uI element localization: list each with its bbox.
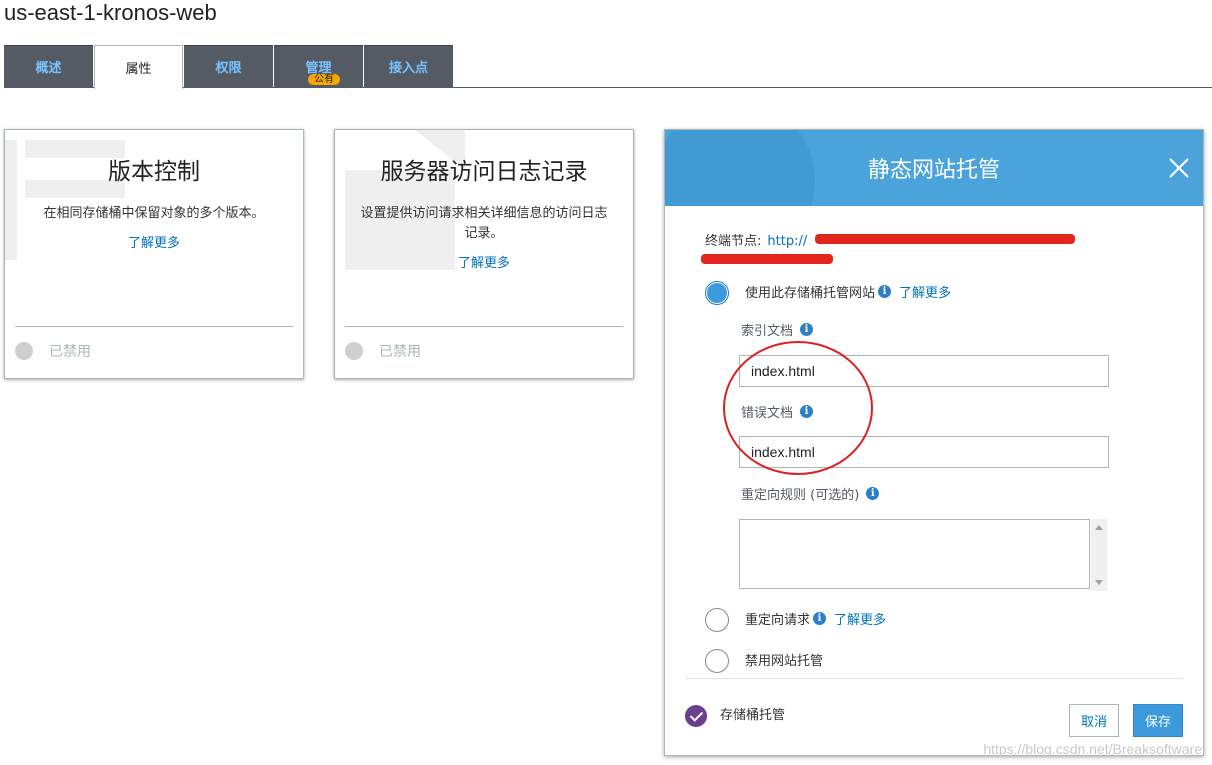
card-title: 服务器访问日志记录 bbox=[380, 159, 588, 185]
versioning-card[interactable]: 版本控制 在相同存储桶中保留对象的多个版本。 了解更多 已禁用 bbox=[4, 129, 304, 379]
bucket-name: us-east-1-kronos-web bbox=[4, 0, 217, 25]
card-status: 已禁用 bbox=[345, 341, 421, 361]
footer-divider bbox=[685, 678, 1183, 679]
save-button[interactable]: 保存 bbox=[1133, 704, 1183, 737]
host-website-label: 使用此存储桶托管网站 bbox=[745, 286, 876, 301]
tab-permissions[interactable]: 权限 bbox=[184, 45, 273, 87]
tab-access-points[interactable]: 接入点 bbox=[364, 45, 453, 87]
redaction-mark bbox=[701, 254, 833, 264]
scroll-up-icon[interactable] bbox=[1095, 525, 1103, 530]
card-description: 在相同存储桶中保留对象的多个版本。 bbox=[43, 206, 265, 221]
disable-hosting-option: 禁用网站托管 bbox=[745, 650, 823, 669]
host-website-radio[interactable] bbox=[705, 281, 729, 305]
tab-permissions-label: 权限 bbox=[215, 61, 242, 76]
tab-properties[interactable]: 属性 bbox=[94, 45, 183, 89]
card-status-label: 已禁用 bbox=[49, 344, 91, 360]
tab-overview-label: 概述 bbox=[35, 61, 62, 76]
panel-header: 静态网站托管 bbox=[665, 130, 1203, 206]
redirect-requests-label: 重定向请求 bbox=[745, 613, 811, 628]
redirect-learn-more-link[interactable]: 了解更多 bbox=[834, 609, 886, 628]
endpoint-row: 终端节点: http:// bbox=[705, 230, 807, 249]
card-title: 版本控制 bbox=[108, 159, 200, 185]
learn-more-link[interactable]: 了解更多 bbox=[5, 232, 303, 251]
index-document-label-row: 索引文档 i bbox=[741, 320, 814, 339]
endpoint-url[interactable]: http:// bbox=[767, 234, 807, 249]
disabled-status-icon bbox=[15, 342, 33, 360]
disable-hosting-label: 禁用网站托管 bbox=[745, 654, 824, 669]
redirect-rules-textarea[interactable] bbox=[739, 519, 1090, 589]
index-document-label: 索引文档 bbox=[741, 324, 794, 339]
endpoint-label: 终端节点: bbox=[705, 234, 762, 249]
panel-title: 静态网站托管 bbox=[867, 158, 1000, 183]
cancel-button[interactable]: 取消 bbox=[1069, 704, 1119, 737]
static-website-hosting-panel: 静态网站托管 终端节点: http:// 使用此存储桶托管网站 i 了解更多 索引… bbox=[664, 129, 1204, 756]
info-icon[interactable]: i bbox=[866, 487, 880, 500]
scroll-down-icon[interactable] bbox=[1095, 580, 1103, 585]
disable-hosting-radio[interactable] bbox=[705, 649, 729, 673]
card-divider bbox=[15, 326, 293, 327]
card-description: 设置提供访问请求相关详细信息的访问日志记录。 bbox=[360, 206, 608, 241]
tab-management[interactable]: 管理 公有 bbox=[274, 45, 363, 87]
annotation-circle bbox=[723, 341, 873, 475]
redirect-requests-radio[interactable] bbox=[705, 608, 729, 632]
server-access-logging-card[interactable]: 服务器访问日志记录 设置提供访问请求相关详细信息的访问日志记录。 了解更多 已禁… bbox=[334, 129, 634, 379]
learn-more-link[interactable]: 了解更多 bbox=[335, 252, 633, 271]
host-learn-more-link[interactable]: 了解更多 bbox=[899, 282, 951, 301]
site-watermark: https://blog.csdn.net/Breaksoftware bbox=[983, 741, 1202, 757]
redaction-mark bbox=[815, 234, 1075, 244]
info-icon[interactable]: i bbox=[800, 323, 814, 336]
redirect-rules-label: 重定向规则 (可选的) bbox=[741, 488, 860, 503]
tab-properties-label: 属性 bbox=[125, 62, 152, 77]
card-divider bbox=[345, 326, 623, 327]
tab-overview[interactable]: 概述 bbox=[4, 45, 93, 87]
close-icon[interactable] bbox=[1167, 156, 1191, 180]
tab-access-points-label: 接入点 bbox=[388, 61, 428, 76]
info-icon[interactable]: i bbox=[878, 285, 892, 298]
card-status: 已禁用 bbox=[15, 341, 91, 361]
tab-bar: 概述 属性 权限 管理 公有 接入点 bbox=[4, 45, 454, 89]
redirect-rules-label-row: 重定向规则 (可选的) i bbox=[741, 484, 880, 503]
public-badge: 公有 bbox=[308, 74, 340, 85]
card-watermark-icon bbox=[345, 130, 465, 270]
redirect-requests-option: 重定向请求 i 了解更多 bbox=[745, 609, 886, 628]
check-circle-icon bbox=[685, 705, 707, 727]
textarea-scrollbar[interactable] bbox=[1091, 519, 1107, 591]
info-icon[interactable]: i bbox=[813, 612, 827, 625]
bucket-hosting-status: 存储桶托管 bbox=[720, 708, 786, 723]
disabled-status-icon bbox=[345, 342, 363, 360]
card-status-label: 已禁用 bbox=[379, 344, 421, 360]
host-website-option: 使用此存储桶托管网站 i 了解更多 bbox=[745, 282, 951, 301]
